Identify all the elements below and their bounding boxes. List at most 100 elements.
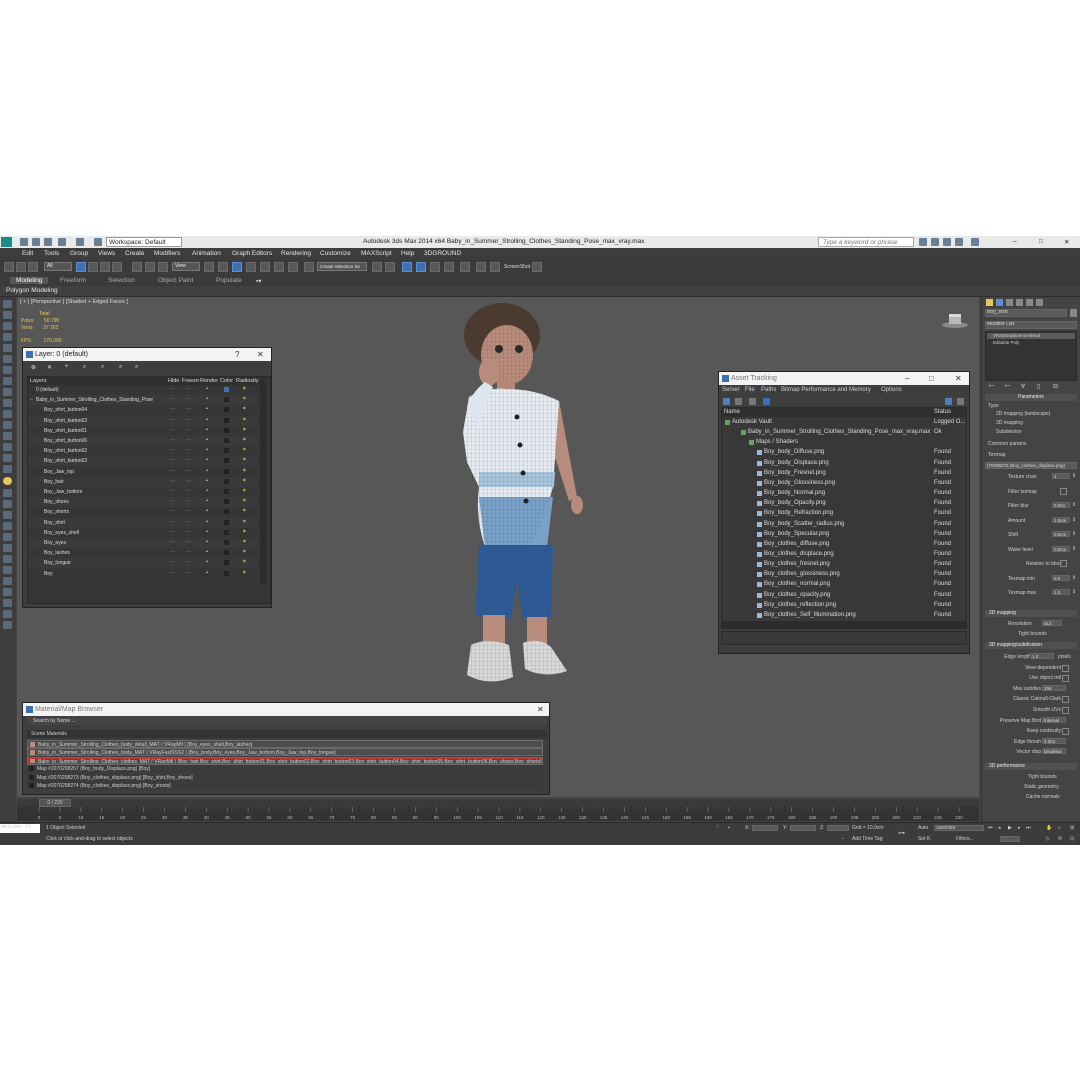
mirror-icon[interactable] — [372, 262, 382, 272]
material-search-input[interactable]: Search by Name ... — [27, 717, 547, 725]
layer-color-swatch[interactable] — [224, 397, 229, 403]
tool-icon-3[interactable] — [3, 322, 12, 330]
asset-menu-file[interactable]: File — [745, 387, 755, 393]
render-toggle-icon[interactable]: • — [206, 498, 208, 504]
spinner-icon[interactable]: ⇕ — [1072, 589, 1076, 595]
scale-icon[interactable] — [158, 262, 168, 272]
layer-row[interactable]: Boy_shirt_button02 — — • ✶ — [28, 446, 258, 457]
asset-minimize-button[interactable]: – — [905, 374, 909, 383]
hide-toggle-icon[interactable]: — — [170, 427, 176, 433]
key-mode-dropdown[interactable]: Selected — [934, 825, 984, 831]
render-toggle-icon[interactable]: • — [206, 488, 208, 494]
unlink-icon[interactable] — [16, 262, 26, 272]
material-editor-icon[interactable] — [460, 262, 470, 272]
remove-modifier-icon[interactable]: ▯ — [1037, 383, 1040, 390]
orbit-icon[interactable]: ⟳ — [1058, 836, 1062, 842]
hide-toggle-icon[interactable]: — — [170, 519, 176, 525]
tool-icon-11[interactable] — [3, 410, 12, 418]
radiosity-icon[interactable]: ✶ — [242, 478, 247, 484]
asset-menu-server[interactable]: Server — [722, 387, 740, 393]
radiosity-icon[interactable]: ✶ — [242, 468, 247, 474]
schematic-view-icon[interactable] — [444, 262, 454, 272]
layer-color-swatch[interactable] — [224, 519, 229, 525]
tool-icon-17[interactable] — [3, 477, 12, 485]
asset-row[interactable]: Boy_body_Normal.png Found — [722, 489, 966, 499]
freeze-toggle-icon[interactable]: — — [186, 508, 192, 514]
type-3d-mapping-radio[interactable]: 3D mapping — [996, 420, 1023, 426]
favorites-icon[interactable] — [955, 238, 963, 246]
3d-performance-rollout[interactable]: 3D performance — [985, 763, 1077, 770]
modifier-stack-item[interactable]: Editable Poly — [987, 340, 1075, 346]
type-2d-mapping-radio[interactable]: 2D mapping (landscape) — [996, 411, 1050, 417]
2d-mapping-rollout[interactable]: 2D mapping — [985, 610, 1077, 617]
freeze-toggle-icon[interactable]: — — [186, 519, 192, 525]
col-freeze[interactable]: Freeze — [182, 378, 199, 384]
layer-row[interactable]: Boy_shirt_button04 — — • ✶ — [28, 405, 258, 416]
utilities-tab-icon[interactable] — [1036, 299, 1043, 306]
hide-toggle-icon[interactable]: — — [170, 447, 176, 453]
layer-color-swatch[interactable] — [224, 407, 229, 413]
layer-help-button[interactable]: ? — [235, 350, 239, 359]
keep-continuity-checkbox[interactable] — [1062, 728, 1069, 736]
workspace-dropdown[interactable]: Workspace: Default — [106, 237, 182, 247]
hide-toggle-icon[interactable]: — — [170, 498, 176, 504]
add-time-tag[interactable]: Add Time Tag — [852, 836, 882, 842]
prev-frame-icon[interactable]: ◂ — [998, 825, 1001, 831]
render-toggle-icon[interactable]: • — [206, 559, 208, 565]
menu-customize[interactable]: Customize — [320, 250, 351, 257]
render-toggle-icon[interactable]: • — [206, 417, 208, 423]
filter-blur-field[interactable]: 0,001 — [1052, 502, 1070, 508]
freeze-toggle-icon[interactable]: — — [186, 498, 192, 504]
save-file-icon[interactable] — [44, 238, 52, 246]
layer-row[interactable]: Boy_shorts — — • ✶ — [28, 507, 258, 518]
tool-icon-27[interactable] — [3, 588, 12, 596]
hide-toggle-icon[interactable]: — — [170, 539, 176, 545]
tool-icon-7[interactable] — [3, 366, 12, 374]
freeze-toggle-icon[interactable]: — — [186, 478, 192, 484]
layer-color-swatch[interactable] — [224, 560, 229, 566]
hierarchy-tab-icon[interactable] — [1006, 299, 1013, 306]
current-frame-field[interactable] — [1000, 836, 1020, 842]
hide-toggle-icon[interactable]: — — [170, 468, 176, 474]
layer-row[interactable]: Boy_shirt — — • ✶ — [28, 517, 258, 528]
key-filters-button[interactable]: Filters... — [956, 836, 974, 842]
tool-icon-2[interactable] — [3, 311, 12, 319]
vector-disp-field[interactable]: Disabled — [1042, 748, 1066, 755]
col-radiosity[interactable]: Radiosity — [236, 378, 259, 384]
asset-check-in-icon[interactable] — [735, 398, 742, 405]
hide-toggle-icon[interactable]: — — [170, 406, 176, 412]
hide-toggle-icon[interactable]: — — [170, 478, 176, 484]
tool-icon-10[interactable] — [3, 399, 12, 407]
key-icon[interactable]: ⊶ — [898, 829, 905, 837]
curve-editor-icon[interactable] — [430, 262, 440, 272]
layer-color-swatch[interactable] — [224, 387, 229, 392]
tool-icon-22[interactable] — [3, 533, 12, 541]
layer-row[interactable]: Boy_shoes — — • ✶ — [28, 497, 258, 508]
motion-tab-icon[interactable] — [1016, 299, 1023, 306]
render-toggle-icon[interactable]: • — [206, 549, 208, 555]
parameters-rollout[interactable]: Parameters — [985, 394, 1077, 401]
radiosity-icon[interactable]: ✶ — [242, 427, 247, 433]
radiosity-icon[interactable]: ✶ — [242, 539, 247, 545]
render-toggle-icon[interactable]: • — [206, 406, 208, 412]
x-coordinate-field[interactable] — [752, 825, 778, 831]
freeze-toggle-icon[interactable]: — — [186, 468, 192, 474]
layer-row[interactable]: Boy_eyes_shell — — • ✶ — [28, 527, 258, 538]
material-row[interactable]: Map #2070298267 (Boy_body_Displace.png) … — [27, 765, 543, 774]
create-tab-icon[interactable] — [986, 299, 993, 306]
hide-toggle-icon[interactable]: — — [170, 457, 176, 463]
radiosity-icon[interactable]: ✶ — [242, 447, 247, 453]
go-to-start-icon[interactable]: ⏮ — [988, 825, 993, 831]
new-file-icon[interactable] — [20, 238, 28, 246]
play-icon[interactable]: ▶ — [1008, 825, 1012, 831]
open-file-icon[interactable] — [32, 238, 40, 246]
layer-row[interactable]: 0 (default) — — • ✶ — [28, 385, 258, 395]
menu-animation[interactable]: Animation — [192, 250, 221, 257]
freeze-toggle-icon[interactable]: — — [186, 406, 192, 412]
type-subdivision-radio[interactable]: Subdivision — [996, 429, 1022, 435]
tool-icon-24[interactable] — [3, 555, 12, 563]
render-toggle-icon[interactable]: • — [206, 529, 208, 535]
asset-menu-paths[interactable]: Paths — [761, 387, 776, 393]
render-toggle-icon[interactable]: • — [206, 457, 208, 463]
z-coordinate-field[interactable] — [827, 825, 849, 831]
